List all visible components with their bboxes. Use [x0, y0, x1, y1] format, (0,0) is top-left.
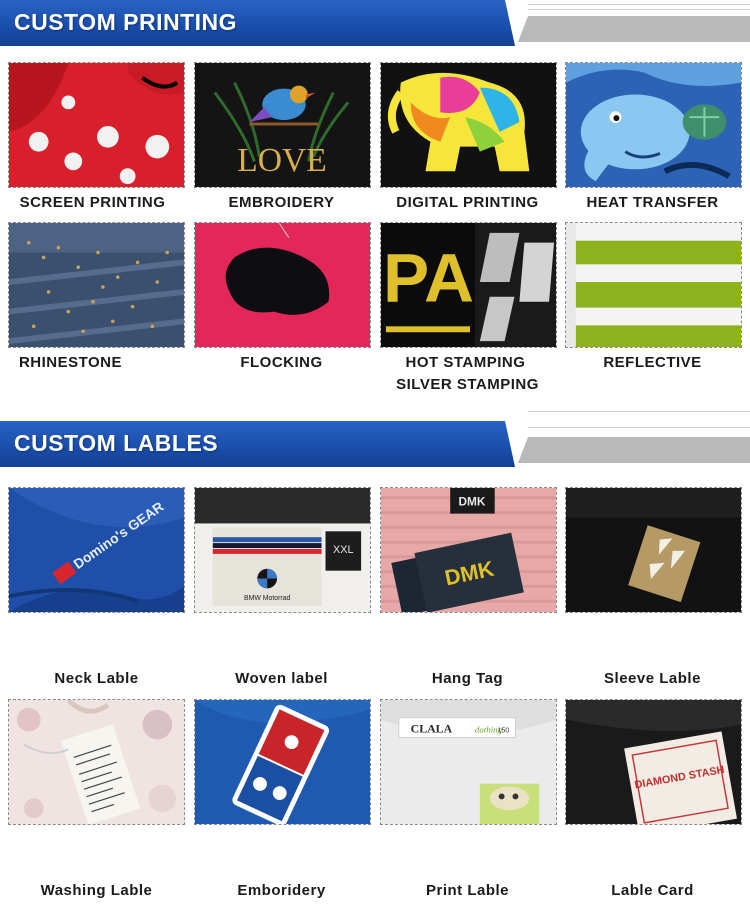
header-gray-band	[518, 16, 750, 42]
hot-stamping-image: PA	[380, 222, 557, 348]
heat-transfer-label: HEAT TRANSFER	[586, 194, 719, 211]
header-divider	[528, 9, 750, 10]
woven-size-text: XXL	[333, 544, 354, 556]
washing-label-caption: Washing Lable	[40, 882, 153, 899]
rhinestone-image	[8, 222, 185, 348]
screen-printing-label: SCREEN PRINTING	[19, 194, 166, 211]
embroidery-love-text: LOVE	[237, 142, 327, 179]
print-label-text: CLALA	[411, 722, 453, 736]
labels-title: CUSTOM LABLES	[14, 430, 219, 456]
neck-label-image: Domino's GEAR	[8, 487, 185, 613]
header-divider	[528, 411, 750, 412]
printing-section-header: CUSTOM PRINTING	[0, 0, 750, 48]
print-size-text: 150	[498, 727, 510, 734]
header-divider	[528, 4, 750, 5]
header-divider	[528, 427, 750, 428]
sleeve-label-caption: Sleeve Lable	[604, 670, 701, 687]
flocking-label: FLOCKING	[240, 354, 323, 371]
emboridery-image	[194, 699, 371, 825]
embroidery-image: LOVE	[194, 62, 371, 188]
digital-printing-image	[380, 62, 557, 188]
flocking-image	[194, 222, 371, 348]
woven-label-text: BMW Motorrad	[244, 595, 291, 602]
printing-banner: CUSTOM PRINTING	[0, 0, 515, 46]
rhinestone-label: RHINESTONE	[18, 354, 123, 371]
woven-label-caption: Woven label	[235, 670, 328, 687]
silver-stamping-label: SILVER STAMPING	[396, 376, 539, 393]
printing-title: CUSTOM PRINTING	[14, 9, 238, 35]
washing-label-image	[8, 699, 185, 825]
sleeve-label-image	[565, 487, 742, 613]
heat-transfer-image	[565, 62, 742, 188]
label-card-image: DIAMOND STASH	[565, 699, 742, 825]
embroidery-label: EMBROIDERY	[228, 194, 335, 211]
reflective-label: REFLECTIVE	[603, 354, 702, 371]
label-card-caption: Lable Card	[611, 882, 694, 899]
header-gray-band	[518, 437, 750, 463]
hang-tag-image: DMK DMK	[380, 487, 557, 613]
print-label-image: CLALA dothing 150	[380, 699, 557, 825]
screen-printing-image	[8, 62, 185, 188]
labels-banner: CUSTOM LABLES	[0, 421, 515, 467]
reflective-image	[565, 222, 742, 348]
hang-tag-caption: Hang Tag	[431, 670, 504, 687]
labels-section-header: CUSTOM LABLES	[0, 411, 750, 469]
neck-label-caption: Neck Lable	[54, 670, 139, 687]
emboridery-caption: Emboridery	[237, 882, 326, 899]
digital-printing-label: DIGITAL PRINTING	[396, 194, 539, 211]
svg-text:DMK: DMK	[458, 495, 485, 509]
woven-label-image: BMW Motorrad XXL	[194, 487, 371, 613]
print-label-caption: Print Lable	[425, 882, 509, 899]
hot-stamping-text: PA	[383, 239, 474, 317]
hot-stamping-label: HOT STAMPING	[405, 354, 526, 371]
